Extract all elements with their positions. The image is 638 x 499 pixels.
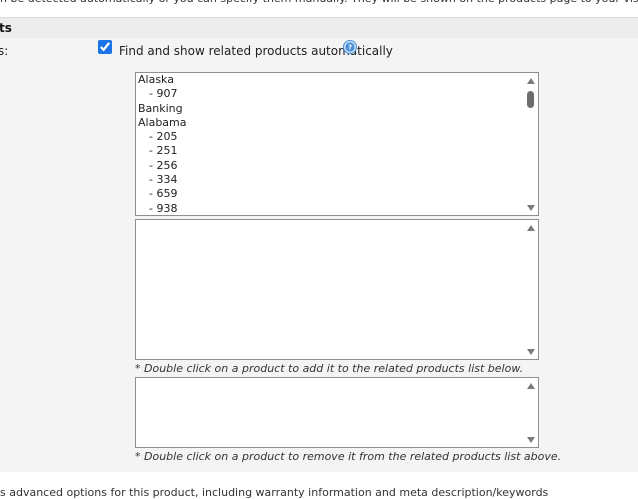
- remove-hint-text: * Double click on a product to remove it…: [135, 450, 562, 463]
- section-title: ts: [0, 21, 12, 35]
- scrollbar[interactable]: [524, 73, 538, 215]
- scroll-up-arrow-icon[interactable]: [527, 78, 535, 84]
- product-option[interactable]: Banking: [138, 102, 187, 116]
- scroll-down-arrow-icon[interactable]: [527, 205, 535, 211]
- product-option[interactable]: - 256: [138, 159, 187, 173]
- product-option[interactable]: - 251: [138, 144, 187, 158]
- svg-text:?: ?: [348, 44, 352, 52]
- scroll-down-arrow-icon[interactable]: [527, 349, 535, 355]
- product-option[interactable]: - 659: [138, 187, 187, 201]
- auto-related-checkbox[interactable]: [98, 40, 112, 54]
- description-text: n be detected automatically or you can s…: [0, 0, 638, 14]
- product-option[interactable]: - 938: [138, 202, 187, 215]
- add-hint-text: * Double click on a product to add it to…: [135, 362, 524, 375]
- advanced-options-text: s advanced options for this product, inc…: [0, 486, 549, 499]
- product-option[interactable]: Alabama: [138, 116, 187, 130]
- section-header: ts: [0, 17, 638, 39]
- scrollbar[interactable]: [524, 378, 538, 447]
- scroll-thumb[interactable]: [527, 91, 534, 108]
- related-products-list[interactable]: [135, 219, 539, 360]
- available-products-list[interactable]: Alaska - 907 Banking Alabama - 205- 251- 256…: [135, 72, 539, 216]
- product-option[interactable]: - 334: [138, 173, 187, 187]
- product-option[interactable]: - 907: [138, 87, 187, 101]
- scroll-up-arrow-icon[interactable]: [527, 383, 535, 389]
- scrollbar[interactable]: [524, 220, 538, 359]
- selected-related-list[interactable]: [135, 377, 539, 448]
- field-label: s:: [0, 44, 9, 58]
- help-icon[interactable]: ?: [343, 40, 357, 54]
- scroll-up-arrow-icon[interactable]: [527, 225, 535, 231]
- product-option[interactable]: - 205: [138, 130, 187, 144]
- scroll-down-arrow-icon[interactable]: [527, 437, 535, 443]
- product-option[interactable]: Alaska: [138, 73, 187, 87]
- product-options: Alaska - 907 Banking Alabama - 205- 251- 256…: [138, 73, 187, 215]
